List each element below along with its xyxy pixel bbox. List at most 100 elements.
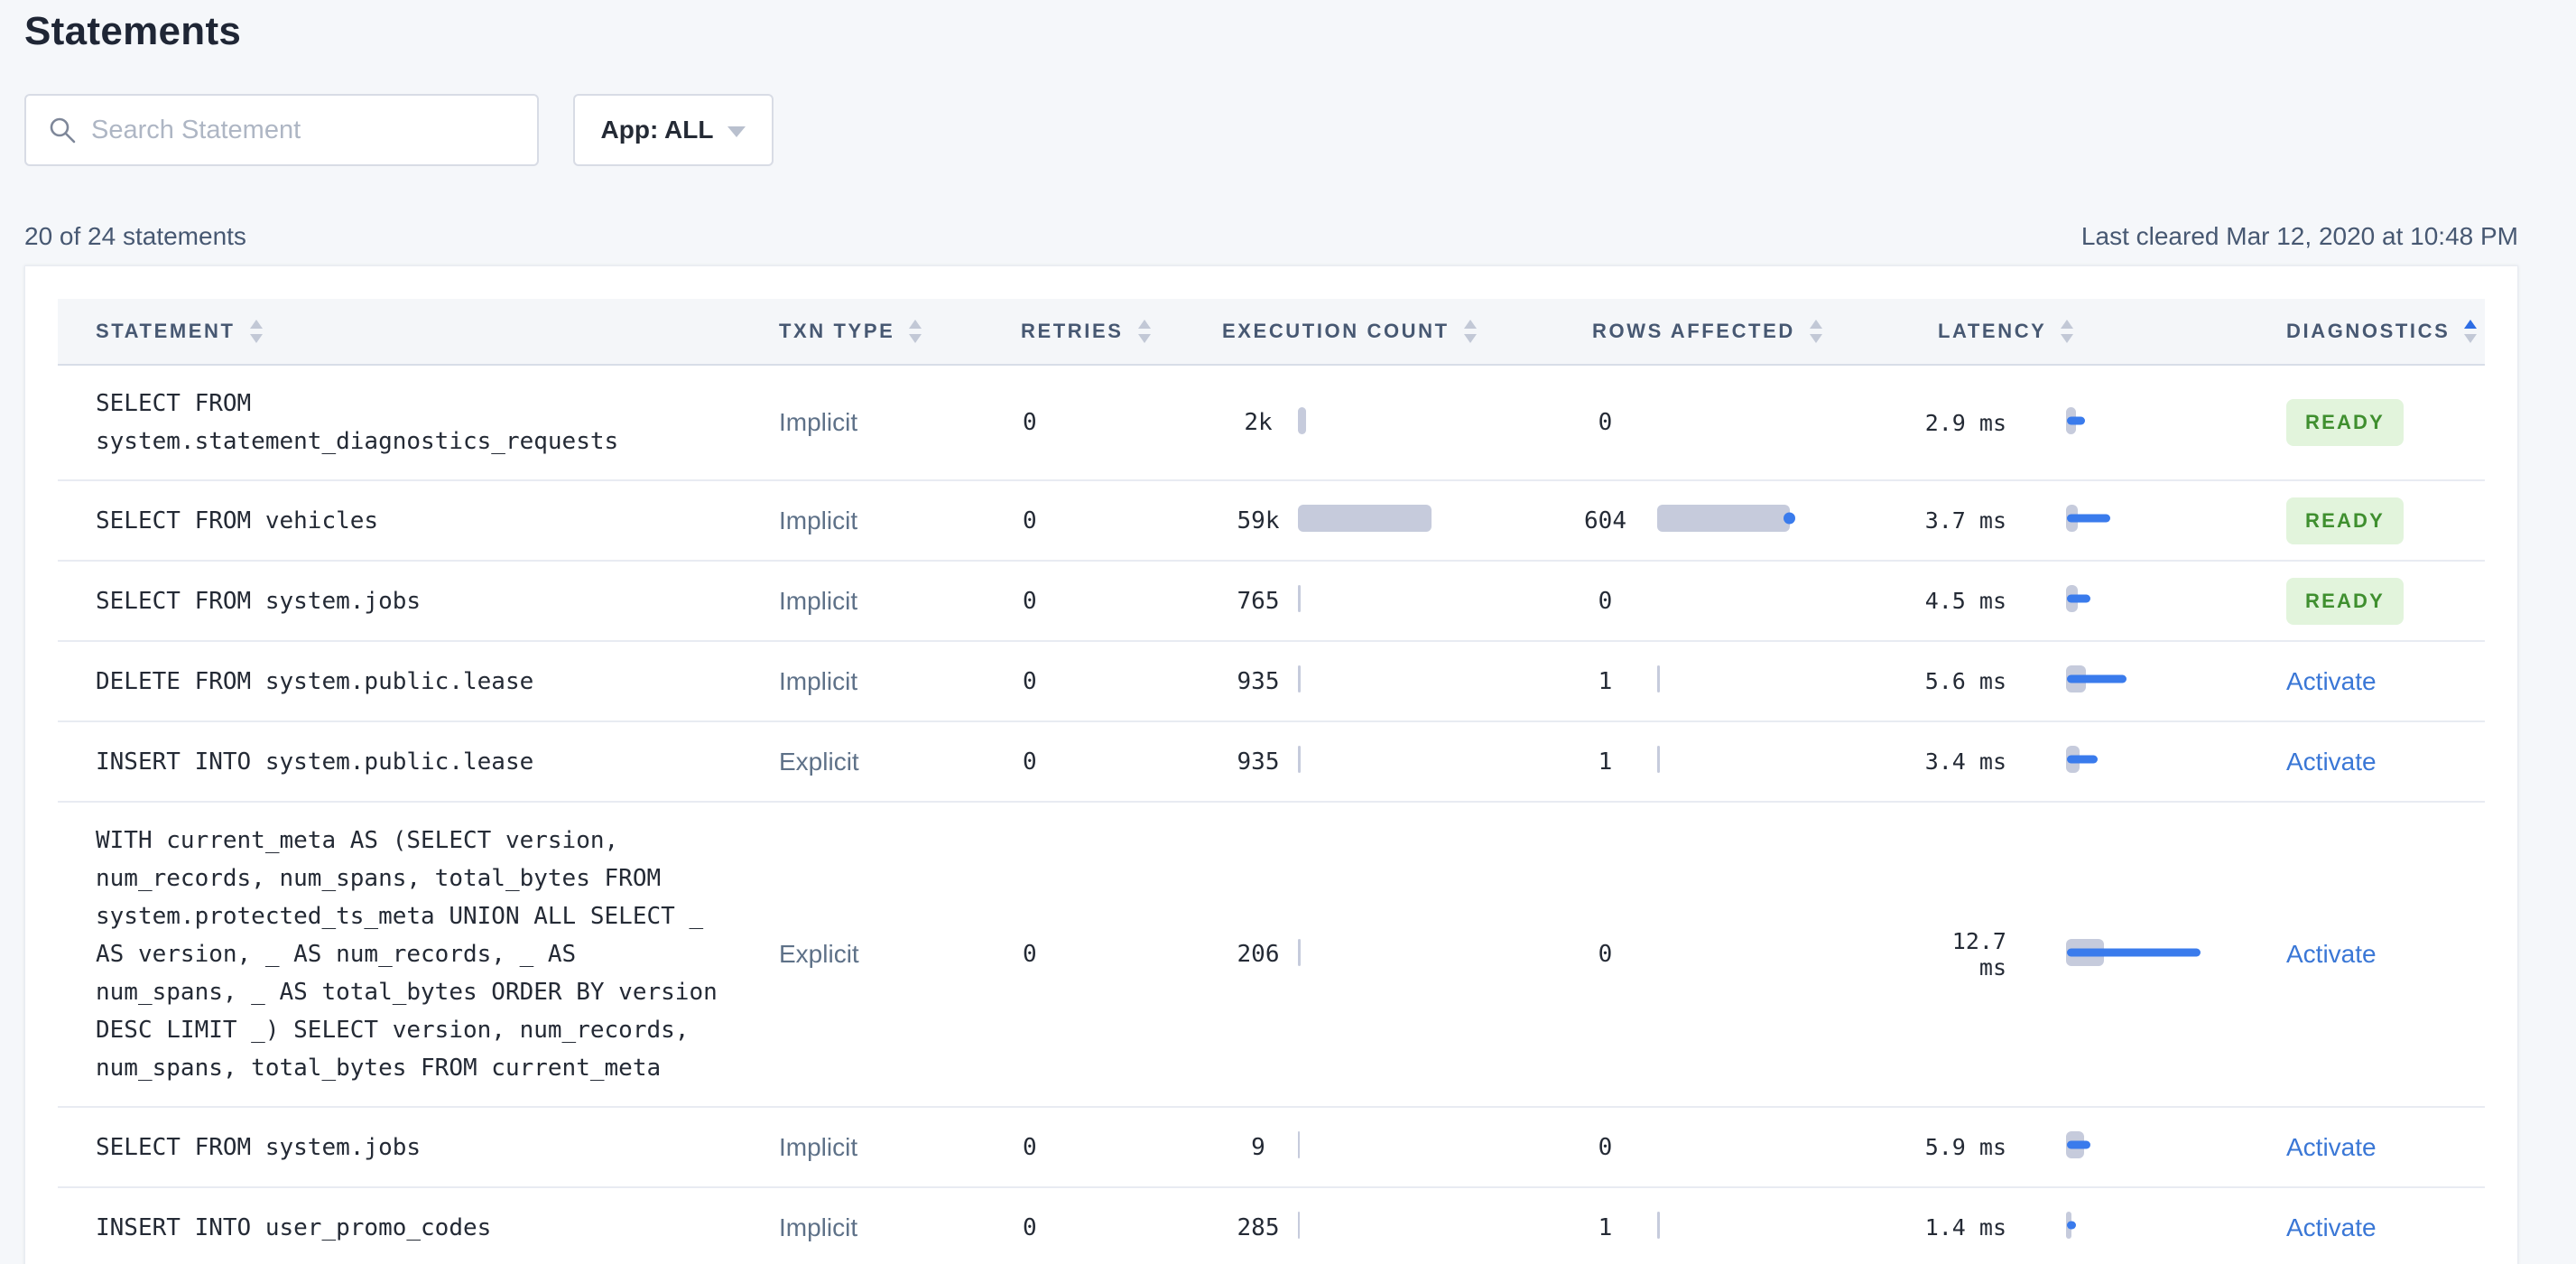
statement-link[interactable]: INSERT INTO user_promo_codes xyxy=(96,1209,720,1247)
rows-affected-value: 0 xyxy=(1598,587,1613,615)
execution-count-bar xyxy=(1298,585,1301,612)
diagnostics-activate-link[interactable]: Activate xyxy=(2286,1133,2377,1161)
column-label-execution-count: EXECUTION COUNT xyxy=(1222,320,1450,342)
sort-arrows-icon xyxy=(1463,320,1477,343)
execution-count-bar-area xyxy=(1298,406,1306,439)
sort-arrows-icon xyxy=(909,320,922,343)
latency-mean-bar xyxy=(2067,1221,2076,1230)
diagnostics-ready-badge[interactable]: READY xyxy=(2286,399,2405,446)
latency-mean-bar xyxy=(2067,674,2127,683)
latency-bar-area xyxy=(2066,1210,2219,1245)
diagnostics-activate-link[interactable]: Activate xyxy=(2286,748,2377,776)
column-header-retries[interactable]: RETRIES xyxy=(1021,320,1222,343)
diagnostics-cell: READY xyxy=(2284,399,2485,446)
execution-count-cell: 59k xyxy=(1222,505,1576,536)
latency-bar-area xyxy=(2066,664,2219,699)
execution-count-bar xyxy=(1298,406,1306,434)
diagnostics-activate-link[interactable]: Activate xyxy=(2286,940,2377,968)
statements-table-panel: STATEMENT TXN TYPE RETRIES EXECUTION COUNT R… xyxy=(24,265,2518,1264)
sort-asc-icon xyxy=(1463,320,1477,329)
app-filter-dropdown[interactable]: App: ALL xyxy=(573,94,774,166)
rows-affected-cell: 1 xyxy=(1576,746,1923,777)
table-row: INSERT INTO user_promo_codes Implicit 0 285… xyxy=(58,1188,2485,1264)
retries-cell: 0 xyxy=(1023,507,1037,534)
execution-count-value: 59k xyxy=(1237,507,1280,534)
last-cleared-text: Last cleared Mar 12, 2020 at 10:48 PM xyxy=(2080,222,2518,250)
rows-affected-bar xyxy=(1657,505,1795,532)
search-icon xyxy=(50,117,76,144)
sort-asc-icon xyxy=(2464,320,2478,329)
sort-desc-icon xyxy=(2464,334,2478,343)
latency-cell: 1.4 ms xyxy=(1923,1210,2284,1245)
statement-link[interactable]: SELECT FROM system.jobs xyxy=(96,582,720,620)
latency-value: 3.7 ms xyxy=(1924,507,2006,534)
rows-affected-bar-area xyxy=(1657,1212,1660,1243)
statement-link[interactable]: DELETE FROM system.public.lease xyxy=(96,663,720,701)
latency-bar-area xyxy=(2066,744,2219,779)
column-header-diagnostics[interactable]: DIAGNOSTICS xyxy=(2284,320,2485,343)
latency-bar-chart xyxy=(2066,503,2219,534)
retries-cell: 0 xyxy=(1023,1133,1037,1161)
table-row: SELECT FROM vehicles Implicit 0 59k 604 3.7 m… xyxy=(58,481,2485,562)
statement-link[interactable]: INSERT INTO system.public.lease xyxy=(96,743,720,781)
table-row: SELECT FROM system.jobs Implicit 0 765 0 4.5 … xyxy=(58,562,2485,642)
table-row: DELETE FROM system.public.lease Implicit 0… xyxy=(58,642,2485,722)
column-header-statement[interactable]: STATEMENT xyxy=(58,320,777,343)
table-row: INSERT INTO system.public.lease Explicit 0… xyxy=(58,722,2485,803)
table-row: SELECT FROM system.statement_diagnostics… xyxy=(58,366,2485,481)
execution-count-cell: 206 xyxy=(1222,938,1576,971)
statement-cell: SELECT FROM system.jobs xyxy=(58,1110,777,1185)
latency-cell: 12.7 ms xyxy=(1923,928,2284,981)
latency-mean-bar xyxy=(2067,594,2090,603)
rows-affected-value: 604 xyxy=(1584,507,1626,534)
sort-desc-icon xyxy=(249,334,263,343)
diagnostics-cell: Activate xyxy=(2284,1213,2485,1242)
latency-mean-bar xyxy=(2067,1140,2090,1149)
column-header-execution-count[interactable]: EXECUTION COUNT xyxy=(1222,320,1576,343)
column-label-latency: LATENCY xyxy=(1938,320,2047,342)
column-header-latency[interactable]: LATENCY xyxy=(1923,320,2284,343)
diagnostics-cell: READY xyxy=(2284,497,2485,544)
statement-link[interactable]: SELECT FROM vehicles xyxy=(96,502,720,540)
sort-asc-icon xyxy=(249,320,263,329)
latency-cell: 3.7 ms xyxy=(1923,503,2284,538)
latency-cell: 5.9 ms xyxy=(1923,1129,2284,1165)
latency-bar-chart xyxy=(2066,583,2219,614)
sort-asc-icon xyxy=(2061,320,2074,329)
statement-cell: SELECT FROM system.jobs xyxy=(58,563,777,639)
stddev-dot xyxy=(1784,512,1795,525)
rows-affected-value: 0 xyxy=(1598,1133,1613,1161)
diagnostics-ready-badge[interactable]: READY xyxy=(2286,577,2405,625)
latency-bar-area xyxy=(2066,937,2219,972)
execution-count-value: 935 xyxy=(1237,748,1280,776)
statement-link[interactable]: WITH current_meta AS (SELECT version, nu… xyxy=(96,822,720,1087)
retries-cell: 0 xyxy=(1023,748,1037,776)
search-input[interactable] xyxy=(91,115,519,145)
column-header-txn-type[interactable]: TXN TYPE xyxy=(777,320,1021,343)
sort-desc-icon xyxy=(2061,334,2074,343)
execution-count-bar xyxy=(1298,505,1432,532)
statement-cell: INSERT INTO user_promo_codes xyxy=(58,1190,777,1264)
latency-value: 2.9 ms xyxy=(1924,409,2006,436)
execution-count-bar xyxy=(1298,665,1301,692)
latency-mean-bar xyxy=(2067,514,2110,523)
latency-value: 12.7 ms xyxy=(1951,928,2006,981)
latency-value: 3.4 ms xyxy=(1924,748,2006,775)
rows-affected-cell: 604 xyxy=(1576,505,1923,536)
latency-bar-chart xyxy=(2066,744,2219,775)
execution-count-cell: 2k xyxy=(1222,406,1576,439)
execution-count-bar-area xyxy=(1298,1131,1300,1163)
chevron-down-icon xyxy=(727,125,746,137)
retries-cell: 0 xyxy=(1023,667,1037,695)
diagnostics-activate-link[interactable]: Activate xyxy=(2286,667,2377,695)
statement-link[interactable]: SELECT FROM system.jobs xyxy=(96,1129,720,1166)
sort-asc-icon xyxy=(1137,320,1151,329)
diagnostics-activate-link[interactable]: Activate xyxy=(2286,1213,2377,1241)
column-label-rows-affected: ROWS AFFECTED xyxy=(1592,320,1795,342)
column-header-rows-affected[interactable]: ROWS AFFECTED xyxy=(1576,320,1923,343)
search-box[interactable] xyxy=(24,94,539,166)
rows-affected-cell: 1 xyxy=(1576,1212,1923,1243)
execution-count-bar-area xyxy=(1298,938,1301,971)
statement-link[interactable]: SELECT FROM system.statement_diagnostics… xyxy=(96,385,720,460)
diagnostics-ready-badge[interactable]: READY xyxy=(2286,497,2405,544)
